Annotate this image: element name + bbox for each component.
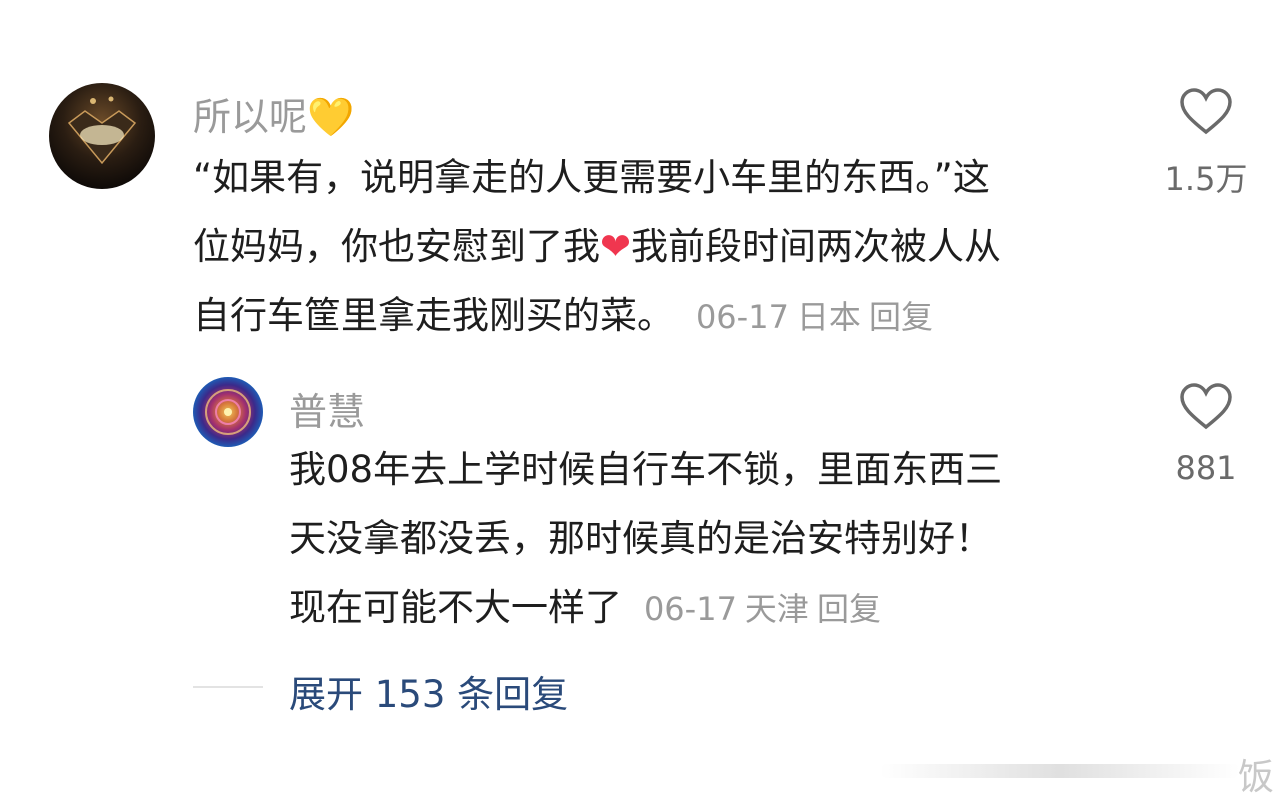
divider <box>193 686 263 688</box>
reply-button[interactable]: 回复 <box>817 590 881 628</box>
comment-line: 自行车筐里拿走我刚买的菜。 06-17 日本 回复 <box>193 281 1153 352</box>
expand-replies-button[interactable]: 展开 153 条回复 <box>289 664 568 718</box>
avatar-image <box>67 96 137 165</box>
reply-date: 06-17 <box>643 590 737 628</box>
reply-username[interactable]: 普慧 <box>289 381 365 436</box>
reply-button[interactable]: 回复 <box>869 298 933 336</box>
watermark-bar <box>880 764 1240 778</box>
comment-date: 06-17 <box>695 298 789 336</box>
comment-line: “如果有，说明拿走的人更需要小车里的东西。”这 <box>193 156 990 199</box>
comment-text: “如果有，说明拿走的人更需要小车里的东西。”这 位妈妈，你也安慰到了我❤我前段时… <box>193 143 1153 352</box>
username-text: 所以呢 <box>193 95 308 139</box>
reply-line: 我08年去上学时候自行车不锁，里面东西三 <box>289 448 1003 491</box>
red-heart-icon: ❤ <box>600 225 632 268</box>
like-count: 881 <box>1175 449 1237 487</box>
comment-line: 位妈妈，你也安慰到了我❤我前段时间两次被人从 <box>193 225 1002 268</box>
comment-meta: 06-17 日本 回复 <box>686 298 941 336</box>
comment-location: 日本 <box>796 298 861 336</box>
reply-text: 我08年去上学时候自行车不锁，里面东西三 天没拿都没丢，那时候真的是治安特别好！… <box>289 435 1149 644</box>
reply-meta: 06-17 天津 回复 <box>634 590 889 628</box>
comment-username[interactable]: 所以呢💛 <box>193 86 354 141</box>
watermark-text: 饭 <box>1238 757 1275 798</box>
yellow-heart-icon: 💛 <box>307 95 355 139</box>
reply-location: 天津 <box>744 590 809 628</box>
reply-avatar[interactable] <box>193 377 263 447</box>
like-count: 1.5万 <box>1164 160 1248 198</box>
reply-like-button[interactable]: 881 <box>1160 383 1252 487</box>
avatar-image <box>205 389 251 435</box>
like-button[interactable]: 1.5万 <box>1160 88 1252 200</box>
avatar[interactable] <box>49 83 155 189</box>
heart-outline-icon <box>1180 88 1232 135</box>
reply-line: 天没拿都没丢，那时候真的是治安特别好！ <box>289 517 992 560</box>
reply-line: 现在可能不大一样了 06-17 天津 回复 <box>289 573 1149 644</box>
heart-outline-icon <box>1180 383 1232 430</box>
